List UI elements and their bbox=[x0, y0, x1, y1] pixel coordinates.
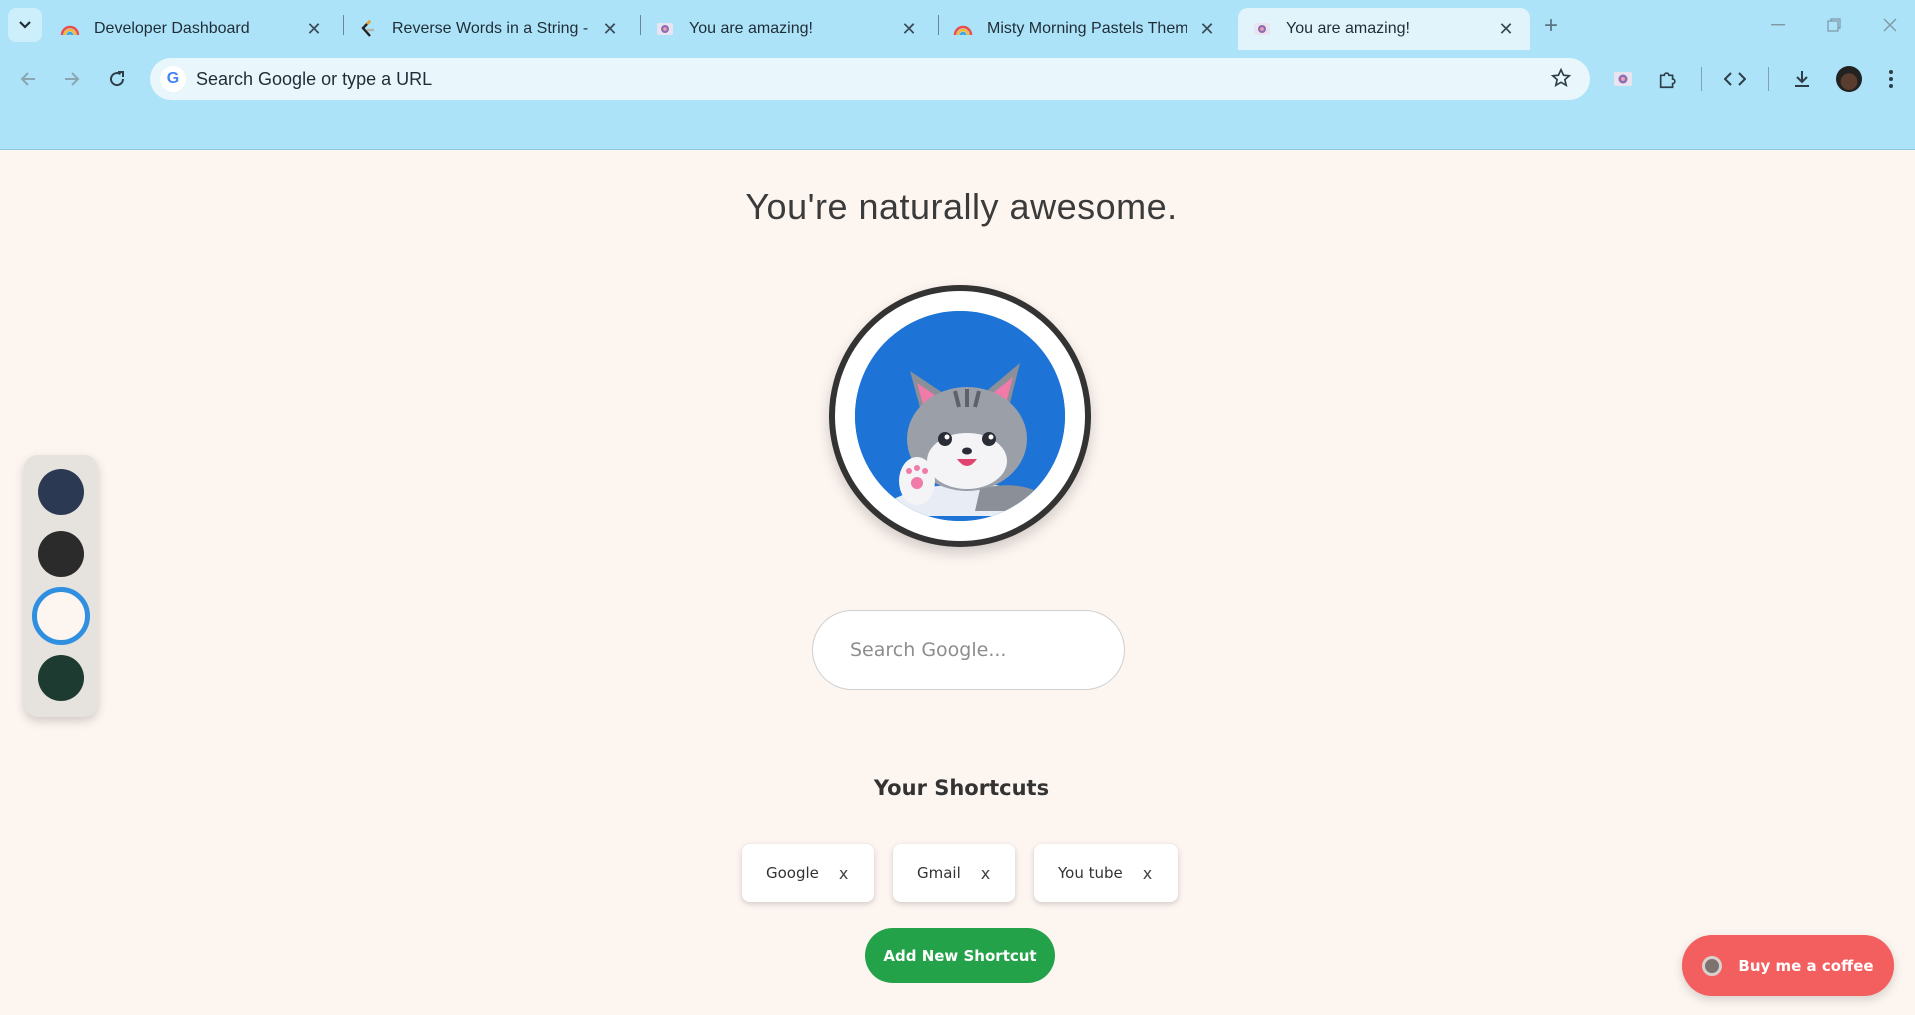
tab-title: Misty Morning Pastels Theme - Chrome Web… bbox=[987, 20, 1187, 37]
theme-palette bbox=[24, 455, 98, 717]
tab-title: You are amazing! bbox=[689, 20, 813, 37]
tab-title: You are amazing! bbox=[1286, 20, 1410, 37]
download-icon[interactable] bbox=[1787, 64, 1817, 94]
new-tab-icon[interactable]: + bbox=[1544, 12, 1558, 40]
omnibox-input[interactable] bbox=[196, 68, 1496, 90]
remove-shortcut-button[interactable]: x bbox=[981, 864, 990, 883]
google-g-icon: G bbox=[160, 66, 186, 92]
close-icon[interactable]: ✕ bbox=[1496, 19, 1516, 40]
buy-me-a-coffee-button[interactable]: Buy me a coffee bbox=[1682, 935, 1894, 996]
add-shortcut-button[interactable]: Add New Shortcut bbox=[865, 928, 1055, 983]
chevron-down-icon bbox=[19, 21, 31, 29]
reload-icon[interactable] bbox=[102, 64, 132, 94]
back-icon[interactable] bbox=[13, 64, 43, 94]
tab-title: Reverse Words in a String - LeetCode bbox=[392, 20, 590, 37]
toolbar-divider bbox=[1768, 67, 1769, 91]
shortcut-label: You tube bbox=[1058, 864, 1123, 882]
close-icon[interactable]: ✕ bbox=[899, 19, 919, 40]
theme-swatch-forest[interactable] bbox=[38, 655, 84, 701]
tab-you-are-amazing-active[interactable]: You are amazing! ✕ bbox=[1238, 8, 1530, 50]
shortcut-label: Google bbox=[766, 864, 819, 882]
shortcut-youtube[interactable]: You tube x bbox=[1034, 844, 1178, 902]
menu-kebab-icon[interactable] bbox=[1876, 64, 1906, 94]
tab-search-button[interactable] bbox=[8, 8, 42, 42]
tab-title: Developer Dashboard bbox=[94, 20, 250, 37]
mascot-avatar bbox=[829, 285, 1091, 547]
theme-swatch-navy[interactable] bbox=[38, 469, 84, 515]
rainbow-icon bbox=[60, 19, 80, 39]
extension-icon[interactable] bbox=[1608, 64, 1638, 94]
close-icon[interactable]: ✕ bbox=[1197, 19, 1217, 40]
extensions-puzzle-icon[interactable] bbox=[1653, 64, 1683, 94]
tab-misty-morning-pastels[interactable]: Misty Morning Pastels Theme - Chrome Web… bbox=[939, 8, 1231, 50]
theme-swatch-charcoal[interactable] bbox=[38, 531, 84, 577]
remove-shortcut-button[interactable]: x bbox=[839, 864, 848, 883]
shortcuts-heading: Your Shortcuts bbox=[873, 776, 1050, 800]
bookmark-star-icon[interactable] bbox=[1550, 67, 1572, 94]
cat-mascot-image bbox=[855, 311, 1065, 521]
forward-icon[interactable] bbox=[57, 64, 87, 94]
theme-swatch-cream-selected[interactable] bbox=[32, 587, 90, 645]
restore-icon[interactable] bbox=[1806, 8, 1862, 42]
code-icon[interactable] bbox=[1720, 64, 1750, 94]
shortcut-google[interactable]: Google x bbox=[742, 844, 874, 902]
shortcut-label: Gmail bbox=[917, 864, 961, 882]
tab-developer-dashboard[interactable]: Developer Dashboard ✕ bbox=[46, 8, 338, 50]
address-bar[interactable]: G bbox=[150, 58, 1590, 100]
coffee-label: Buy me a coffee bbox=[1738, 956, 1874, 975]
page-headline: You're naturally awesome. bbox=[745, 186, 1178, 227]
tab-leetcode[interactable]: Reverse Words in a String - LeetCode ✕ bbox=[344, 8, 634, 50]
shortcut-gmail[interactable]: Gmail x bbox=[893, 844, 1015, 902]
remove-shortcut-button[interactable]: x bbox=[1143, 864, 1152, 883]
toolbar-divider bbox=[1701, 67, 1702, 91]
leetcode-icon bbox=[358, 19, 378, 39]
google-search-box[interactable] bbox=[812, 610, 1125, 690]
tab-you-are-amazing[interactable]: You are amazing! ✕ bbox=[641, 8, 933, 50]
search-input[interactable] bbox=[850, 639, 1100, 661]
close-window-icon[interactable] bbox=[1862, 8, 1915, 42]
close-icon[interactable]: ✕ bbox=[600, 19, 620, 40]
rainbow-icon bbox=[953, 19, 973, 39]
minimize-icon[interactable] bbox=[1750, 8, 1806, 42]
extension-page-icon bbox=[1252, 19, 1272, 39]
close-icon[interactable]: ✕ bbox=[304, 19, 324, 40]
profile-avatar[interactable] bbox=[1836, 66, 1862, 92]
coffee-cup-icon bbox=[1702, 955, 1723, 976]
extension-page-icon bbox=[655, 19, 675, 39]
tab-strip: Developer Dashboard ✕ Reverse Words in a… bbox=[0, 0, 1915, 50]
